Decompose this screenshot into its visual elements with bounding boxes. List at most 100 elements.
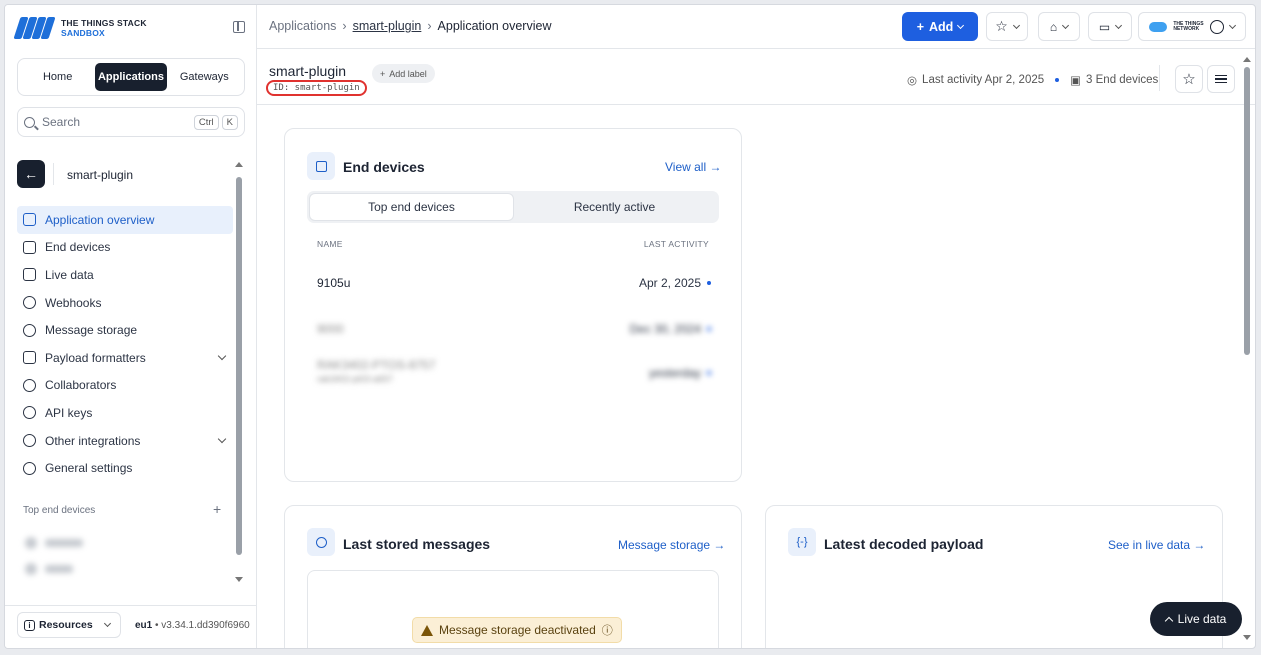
back-arrow-button[interactable]: ← [17,160,45,188]
view-all-link[interactable]: View all → [665,160,721,174]
info-circle-icon[interactable]: ⓘ [602,622,613,638]
breadcrumb-app[interactable]: smart-plugin [353,19,422,33]
nav-tab-gateways[interactable]: Gateways [169,63,240,91]
scroll-down-arrow[interactable] [235,577,243,582]
warning-icon [421,624,433,636]
sidebar-item-label: Application overview [45,212,155,227]
card-title: End devices [343,159,425,175]
divider [1159,65,1160,91]
breadcrumb-separator: › [342,19,347,33]
page-title: smart-plugin [269,63,347,79]
search-box[interactable]: Search Ctrl K [17,107,245,137]
table-row[interactable]: RAK3402-PTOS-8757 rak3402-pt03-a657 yest… [317,358,711,390]
scroll-up-arrow[interactable] [235,162,243,167]
labels-button[interactable]: ⌂ [1038,12,1080,41]
info-icon: i [24,619,35,631]
gear-icon [23,461,36,475]
sidebar-item-general-settings[interactable]: General settings [17,454,233,482]
menu-button[interactable] [1207,65,1235,93]
sidebar-item-webhooks[interactable]: Webhooks [17,289,233,317]
chevron-down-icon [1228,21,1236,29]
database-icon [23,323,36,337]
sidebar-item-live-data[interactable]: Live data [17,261,233,289]
sidebar-item-message-storage[interactable]: Message storage [17,316,233,344]
logo-line1: THE THINGS STACK [61,18,147,28]
device-last-activity: Dec 30, 2024 [630,322,711,336]
blurred-device-item[interactable] [25,537,83,549]
bookmarks-button[interactable]: ☆ [986,12,1028,41]
add-button[interactable]: + Add [902,12,978,41]
card-title: Latest decoded payload [824,536,984,552]
sidebar-app-name: smart-plugin [67,168,134,182]
sidebar-item-api-keys[interactable]: API keys [17,399,233,427]
breadcrumb: Applications › smart-plugin › Applicatio… [269,19,551,33]
code-icon [23,351,36,365]
last-activity-text: Last activity Apr 2, 2025 [922,74,1045,86]
chevron-up-icon [1164,616,1173,625]
ttn-line2: NETWORK [1173,25,1200,32]
nav-tab-home[interactable]: Home [22,63,93,91]
activity-dot [707,327,711,331]
warning-badge: Message storage deactivated ⓘ [412,617,622,643]
search-icon [24,116,35,128]
sidebar-item-payload-formatters[interactable]: Payload formatters [17,344,233,372]
sidebar-item-end-devices[interactable]: End devices [17,234,233,262]
chevron-down-icon [217,351,227,361]
sidebar: THE THINGS STACK SANDBOX Home Applicatio… [5,5,257,648]
shortcut-ctrl-key: Ctrl [193,114,219,130]
main-scrollbar[interactable] [1244,67,1250,355]
main-content: End devices View all → Top end devices R… [257,105,1242,648]
plus-icon: + [916,19,924,34]
sidebar-item-label: Message storage [45,323,138,338]
users-icon [23,378,36,392]
version-label: • v3.34.1.dd390f6960 [152,620,250,631]
page-header: smart-plugin + Add label ID: smart-plugin… [257,49,1255,105]
profile-button[interactable]: THE THINGS NETWORK [1138,12,1246,41]
card-title: Last stored messages [343,536,491,552]
star-button[interactable]: ☆ [1175,65,1203,93]
device-last-activity: yesterday [649,366,711,380]
add-label-button[interactable]: + Add label [372,64,435,83]
message-storage-link[interactable]: Message storage → [618,538,725,552]
chevron-down-icon [1115,21,1123,29]
device-name: 9105u [317,276,351,290]
main-nav-tabs: Home Applications Gateways [17,58,245,96]
live-data-button[interactable]: Live data [1150,602,1242,636]
chip-icon [307,152,335,180]
sidebar-scrollbar[interactable] [236,177,242,555]
last-activity-value: Dec 30, 2024 [629,322,701,336]
sidebar-collapse-icon[interactable] [233,21,245,33]
sidebar-item-application-overview[interactable]: Application overview [17,206,233,234]
chevron-down-icon [1062,21,1070,29]
scroll-down-arrow[interactable] [1243,635,1251,640]
end-device-count[interactable]: 3 End devices [1086,74,1158,86]
scroll-up-arrow[interactable] [1243,57,1251,62]
tab-top-end-devices[interactable]: Top end devices [310,194,513,220]
sidebar-item-collaborators[interactable]: Collaborators [17,372,233,400]
blurred-device-item[interactable] [25,563,73,575]
sidebar-item-other-integrations[interactable]: Other integrations [17,427,233,455]
chip-icon: ▣ [1070,75,1082,87]
last-activity-value: yesterday [648,366,701,380]
logo-line2: SANDBOX [61,28,105,38]
webhook-icon [23,296,36,310]
chip-icon [23,240,36,254]
tab-recently-active[interactable]: Recently active [513,194,716,220]
braces-icon: {-} [788,528,816,556]
notifications-button[interactable]: ▭ [1088,12,1132,41]
nav-tab-applications[interactable]: Applications [95,63,167,91]
search-input[interactable]: Search [42,115,191,129]
sidebar-footer: i Resources eu1 • v3.34.1.dd390f6960 [5,605,257,648]
breadcrumb-applications[interactable]: Applications [269,19,336,33]
logo[interactable]: THE THINGS STACK SANDBOX [13,17,147,39]
activity-dot [707,371,711,375]
app-menu: Application overview End devices Live da… [17,206,233,482]
add-device-plus-icon[interactable]: + [213,501,221,517]
sidebar-item-label: Live data [45,267,94,282]
star-icon: ☆ [995,18,1008,34]
resources-button[interactable]: i Resources [17,612,121,638]
messages-area: Message storage deactivated ⓘ [307,570,719,648]
see-live-data-link[interactable]: See in live data → [1108,538,1205,552]
device-name: RAK3402-PTOS-8757 [317,358,436,372]
sidebar-item-label: Payload formatters [45,350,146,365]
